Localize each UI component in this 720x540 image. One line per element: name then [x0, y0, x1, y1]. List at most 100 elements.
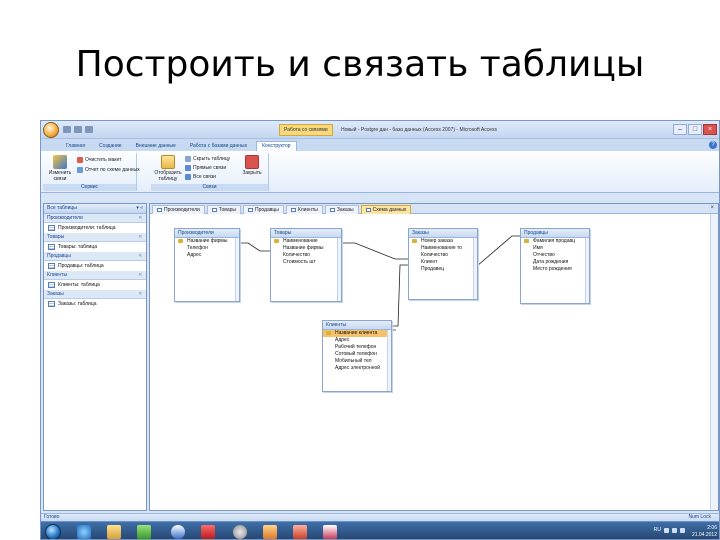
office-button[interactable] — [43, 122, 59, 138]
media-player-icon[interactable] — [137, 525, 151, 539]
undo-icon[interactable] — [74, 126, 82, 133]
show-table-button[interactable]: Отобразить таблицу — [153, 155, 183, 182]
nav-group-header[interactable]: Клиенты « — [44, 271, 146, 280]
table-field[interactable]: Название фирмы — [271, 245, 341, 252]
access-icon[interactable] — [323, 525, 337, 539]
nav-group-header[interactable]: Заказы « — [44, 290, 146, 299]
table-field[interactable]: Клиент — [409, 259, 477, 266]
table-scrollbar[interactable] — [585, 238, 589, 303]
collapse-icon[interactable]: « — [139, 253, 142, 259]
doc-tab-clients[interactable]: Клиенты — [285, 205, 323, 214]
all-links-button[interactable]: Все связи — [185, 174, 216, 180]
change-links-button[interactable]: Изменить связи — [45, 155, 75, 182]
nav-group-header[interactable]: Производители « — [44, 214, 146, 223]
table-field[interactable]: Отчество — [521, 252, 589, 259]
table-field[interactable]: Телефон — [175, 245, 239, 252]
tab-database-tools[interactable]: Работа с базами данных — [185, 142, 252, 151]
table-scrollbar[interactable] — [473, 238, 477, 299]
hide-table-button[interactable]: Скрыть таблицу — [185, 156, 230, 162]
collapse-icon[interactable]: « — [139, 215, 142, 221]
internet-explorer-icon[interactable] — [77, 525, 91, 539]
tab-design[interactable]: Конструктор — [256, 141, 297, 151]
network-icon[interactable] — [233, 525, 247, 539]
nav-pane-header[interactable]: Все таблицы ▾ « — [44, 204, 146, 214]
table-field[interactable]: Продавец — [409, 266, 477, 273]
clock[interactable]: 2:06 21.04.2012 — [692, 525, 717, 538]
doc-tab-goods[interactable]: Товары — [206, 205, 241, 214]
powerpoint-icon[interactable] — [293, 525, 307, 539]
nav-item-manufacturers-table[interactable]: Производители: таблица — [44, 223, 146, 233]
nav-group-header[interactable]: Товары « — [44, 233, 146, 242]
table-field[interactable]: Наименование — [271, 238, 341, 245]
table-field[interactable]: Адрес — [175, 252, 239, 259]
minimize-button[interactable]: – — [673, 124, 687, 135]
close-document-icon[interactable]: × — [710, 205, 714, 211]
nav-item-clients-table[interactable]: Клиенты: таблица — [44, 280, 146, 290]
table-card-orders[interactable]: Заказы Номер заказа Наименование то Коли… — [408, 228, 478, 300]
table-field[interactable]: Сотовый телефон — [323, 351, 391, 358]
table-scrollbar[interactable] — [337, 238, 341, 301]
tab-home[interactable]: Главная — [61, 142, 90, 151]
collapse-icon[interactable]: « — [139, 272, 142, 278]
paint-icon[interactable] — [263, 525, 277, 539]
table-scrollbar[interactable] — [235, 238, 239, 301]
close-button[interactable]: × — [703, 124, 717, 135]
tab-create[interactable]: Создание — [94, 142, 127, 151]
table-field[interactable]: Название фирмы — [175, 238, 239, 245]
doc-tab-sellers[interactable]: Продавцы — [242, 205, 284, 214]
table-field[interactable]: Наименование то — [409, 245, 477, 252]
table-field[interactable]: Адрес электронной — [323, 365, 391, 372]
table-card-sellers[interactable]: Продавцы Фамилия продавц Имя Отчество Да… — [520, 228, 590, 304]
redo-icon[interactable] — [85, 126, 93, 133]
maximize-button[interactable]: □ — [688, 124, 702, 135]
doc-tab-manufacturers[interactable]: Производители — [152, 205, 205, 214]
table-card-clients[interactable]: Клиенты Название клиента Адрес Рабочий т… — [322, 320, 392, 392]
table-field[interactable]: Мобильный тел — [323, 358, 391, 365]
nav-item-sellers-table[interactable]: Продавцы: таблица — [44, 261, 146, 271]
direct-links-button[interactable]: Прямые связи — [185, 165, 226, 171]
doc-tab-orders[interactable]: Заказы — [324, 205, 359, 214]
table-card-manufacturers[interactable]: Производители Название фирмы Телефон Адр… — [174, 228, 240, 302]
battery-icon[interactable] — [672, 528, 677, 533]
folder-icon[interactable] — [107, 525, 121, 539]
relationship-line[interactable] — [239, 242, 270, 252]
table-card-title: Производители — [175, 229, 239, 238]
table-field[interactable]: Количество — [409, 252, 477, 259]
nav-pane-toggle-icon[interactable]: ▾ « — [136, 206, 143, 211]
nav-item-goods-table[interactable]: Товары: таблица — [44, 242, 146, 252]
nav-group-header[interactable]: Продавцы « — [44, 252, 146, 261]
table-field[interactable]: Дата рождения — [521, 259, 589, 266]
doc-tab-relationships[interactable]: Схема данных — [360, 205, 412, 214]
close-relationships-button[interactable]: Закрыть — [237, 155, 267, 177]
nav-item-orders-table[interactable]: Заказы: таблица — [44, 299, 146, 309]
table-field[interactable]: Адрес — [323, 337, 391, 344]
table-field[interactable]: Имя — [521, 245, 589, 252]
relationship-line[interactable] — [341, 242, 408, 260]
pin-icon[interactable] — [201, 525, 215, 539]
table-card-goods[interactable]: Товары Наименование Название фирмы Колич… — [270, 228, 342, 302]
tab-external-data[interactable]: Внешние данные — [131, 142, 181, 151]
table-field[interactable]: Номер заказа — [409, 238, 477, 245]
table-scrollbar[interactable] — [387, 330, 391, 391]
collapse-icon[interactable]: « — [139, 291, 142, 297]
document-vertical-scrollbar[interactable] — [710, 214, 718, 510]
language-indicator[interactable]: RU — [654, 528, 661, 533]
table-field[interactable]: Место рождения — [521, 266, 589, 273]
relationship-report-button[interactable]: Отчет по схеме данных — [77, 167, 140, 173]
clear-layout-button[interactable]: Очистить макет — [77, 157, 122, 163]
collapse-icon[interactable]: « — [139, 234, 142, 240]
help-icon[interactable]: ? — [709, 141, 717, 149]
skype-icon[interactable] — [171, 525, 185, 539]
table-field[interactable]: Количество — [271, 252, 341, 259]
table-field[interactable]: Рабочий телефон — [323, 344, 391, 351]
table-field[interactable]: Название клиента — [323, 330, 391, 337]
table-field[interactable]: Фамилия продавц — [521, 238, 589, 245]
flag-icon[interactable] — [664, 528, 669, 533]
table-field[interactable]: Стоимость шт — [271, 259, 341, 266]
clear-icon — [77, 157, 83, 163]
save-icon[interactable] — [63, 126, 71, 133]
volume-icon[interactable] — [680, 528, 685, 533]
start-button[interactable] — [45, 524, 61, 539]
relationships-canvas[interactable]: Производители Название фирмы Телефон Адр… — [150, 214, 718, 510]
relationship-line[interactable] — [389, 264, 408, 331]
